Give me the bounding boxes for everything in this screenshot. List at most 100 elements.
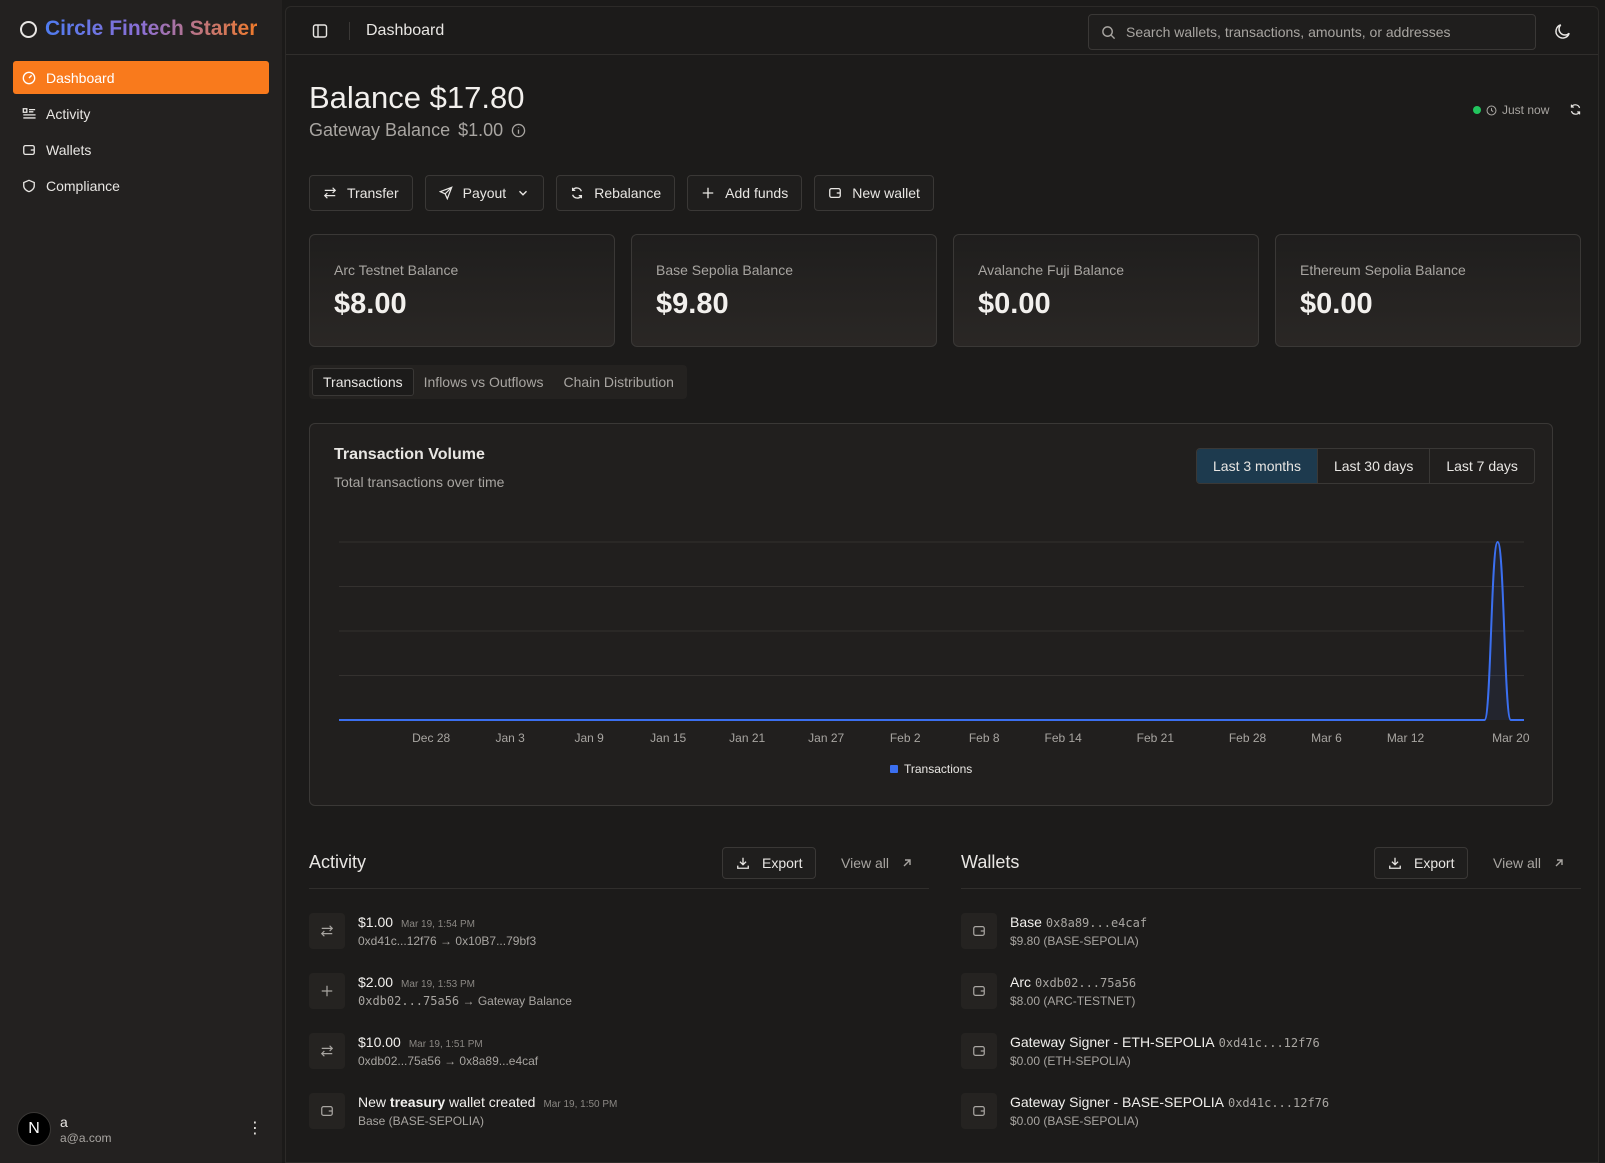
activity-item[interactable]: $10.00 Mar 19, 1:51 PM 0xdb02...75a56 → 0…	[309, 1033, 538, 1069]
sidebar-item-label: Wallets	[46, 141, 92, 158]
circle-logo-icon	[20, 20, 37, 38]
activity-amount: $1.00	[358, 914, 394, 930]
add-funds-label: Add funds	[725, 185, 789, 201]
brand[interactable]: Circle Fintech Starter	[20, 17, 257, 41]
payout-label: Payout	[462, 185, 507, 201]
x-tick-label: Feb 28	[1229, 731, 1267, 745]
gateway-balance: Gateway Balance $1.00	[309, 120, 526, 141]
activity-icon	[309, 913, 345, 949]
gateway-balance-label: Gateway Balance	[309, 120, 451, 140]
wallet-item[interactable]: Arc 0xdb02...75a56 $8.00 (ARC-TESTNET)	[961, 973, 1136, 1009]
wallet-icon	[973, 926, 985, 936]
wallet-address: 0xdb02...75a56	[1035, 976, 1137, 990]
chevron-down-icon	[519, 190, 528, 196]
sidebar-nav: Dashboard Activity Wallets Compliance	[13, 61, 269, 205]
new-wallet-button[interactable]: New wallet	[814, 175, 934, 211]
shield-icon	[23, 179, 35, 192]
moon-icon[interactable]	[1554, 22, 1572, 40]
view-all-label: View all	[841, 855, 889, 871]
activity-detail: 0xdb02...75a56 → 0x8a89...e4caf	[358, 1054, 539, 1068]
rebalance-label: Rebalance	[594, 185, 662, 201]
balance-title: Balance $17.80	[309, 80, 525, 115]
status-dot	[1473, 106, 1481, 114]
arrow-up-right-icon	[1555, 859, 1563, 867]
action-toolbar: Transfer Payout Rebalance Add funds New …	[309, 175, 934, 211]
divider	[349, 22, 350, 40]
info-icon[interactable]	[511, 123, 526, 138]
sidebar-toggle-icon[interactable]	[312, 23, 328, 39]
wallet-name: Base	[1010, 914, 1042, 930]
search-icon	[1102, 25, 1116, 39]
sidebar-item-activity[interactable]: Activity	[13, 97, 269, 130]
x-tick-label: Feb 2	[890, 731, 921, 745]
card-label: Avalanche Fuji Balance	[978, 262, 1125, 278]
activity-time: Mar 19, 1:54 PM	[401, 919, 475, 930]
add-funds-button[interactable]: Add funds	[687, 175, 803, 211]
wallet-detail: $9.80 (BASE-SEPOLIA)	[1010, 934, 1139, 948]
status-text: Just now	[1502, 103, 1550, 117]
tab-inflows-outflows[interactable]: Inflows vs Outflows	[414, 368, 554, 396]
gateway-balance-value: $1.00	[458, 120, 504, 140]
wallets-title: Wallets	[961, 852, 1020, 872]
wallet-icon	[973, 1106, 985, 1116]
x-tick-label: Feb 21	[1137, 731, 1175, 745]
activity-detail: 0xd41c...12f76 → 0x10B7...79bf3	[358, 934, 537, 948]
wallet-item[interactable]: Base 0x8a89...e4caf $9.80 (BASE-SEPOLIA)	[961, 913, 1147, 949]
sidebar-item-wallets[interactable]: Wallets	[13, 133, 269, 166]
activity-list-icon	[22, 107, 36, 119]
wallet-address: 0xd41c...12f76	[1218, 1036, 1320, 1050]
wallet-address: 0xd41c...12f76	[1227, 1096, 1330, 1110]
activity-message-bold: treasury	[389, 1094, 446, 1110]
wallets-view-all-link[interactable]: View all	[1493, 855, 1565, 871]
tab-transactions[interactable]: Transactions	[312, 368, 414, 396]
plus-icon	[702, 187, 714, 199]
user-email: a@a.com	[60, 1130, 112, 1145]
plus-icon	[321, 985, 333, 997]
wallet-item[interactable]: Gateway Signer - BASE-SEPOLIA 0xd41c...12…	[961, 1093, 1329, 1129]
x-tick-label: Jan 15	[650, 731, 686, 745]
wallet-icon	[973, 986, 985, 996]
x-tick-label: Mar 20	[1492, 731, 1530, 745]
legend-swatch	[890, 765, 898, 773]
wallet-address: 0x8a89...e4caf	[1045, 916, 1148, 930]
activity-time: Mar 19, 1:53 PM	[401, 979, 475, 990]
activity-icon	[309, 973, 345, 1009]
wallet-name: Gateway Signer - BASE-SEPOLIA	[1010, 1094, 1224, 1110]
activity-view-all-link[interactable]: View all	[841, 855, 913, 871]
x-tick-label: Mar 12	[1387, 731, 1425, 745]
wallet-item[interactable]: Gateway Signer - ETH-SEPOLIA 0xd41c...12f…	[961, 1033, 1320, 1069]
activity-detail: Base (BASE-SEPOLIA)	[358, 1114, 485, 1128]
payout-button[interactable]: Payout	[424, 175, 545, 211]
search-box[interactable]	[1088, 14, 1536, 50]
transfer-arrows-icon	[320, 1045, 334, 1057]
activity-title: Activity	[309, 852, 367, 872]
sidebar-item-compliance[interactable]: Compliance	[13, 169, 269, 202]
card-value: $0.00	[1300, 288, 1373, 320]
user-menu-icon[interactable]: ⋮	[247, 1118, 263, 1138]
tab-chain-distribution[interactable]: Chain Distribution	[553, 368, 684, 396]
balance-card-base: Base Sepolia Balance $9.80	[631, 234, 937, 347]
sidebar: Circle Fintech Starter Dashboard Activit…	[0, 0, 282, 1163]
dashboard-icon	[22, 71, 36, 84]
sidebar-item-dashboard[interactable]: Dashboard	[13, 61, 269, 94]
activity-amount: $10.00	[358, 1034, 401, 1050]
activity-export-button[interactable]: Export	[722, 847, 817, 879]
activity-item[interactable]: $2.00 Mar 19, 1:53 PM 0xdb02...75a56 → Ga…	[309, 973, 572, 1009]
balance-card-avalanche: Avalanche Fuji Balance $0.00	[953, 234, 1259, 347]
brand-title: Circle Fintech Starter	[45, 17, 258, 40]
activity-item[interactable]: New treasury wallet created Mar 19, 1:50 …	[309, 1093, 617, 1129]
wallets-export-button[interactable]: Export	[1374, 847, 1469, 879]
transfer-button[interactable]: Transfer	[309, 175, 413, 211]
activity-amount: $2.00	[358, 974, 394, 990]
refresh-icon[interactable]	[1569, 103, 1582, 116]
user-profile[interactable]: N a a@a.com	[17, 1112, 112, 1146]
refresh-icon	[572, 187, 583, 199]
activity-time: Mar 19, 1:50 PM	[543, 1099, 618, 1110]
wallet-icon	[829, 187, 842, 199]
activity-item[interactable]: $1.00 Mar 19, 1:54 PM 0xd41c...12f76 → 0x…	[309, 913, 536, 949]
transfer-arrows-icon	[320, 925, 334, 937]
balance-cards: Arc Testnet Balance $8.00 Base Sepolia B…	[309, 234, 1581, 347]
search-input[interactable]	[1126, 24, 1526, 40]
rebalance-button[interactable]: Rebalance	[556, 175, 676, 211]
clock-icon	[1486, 105, 1497, 115]
